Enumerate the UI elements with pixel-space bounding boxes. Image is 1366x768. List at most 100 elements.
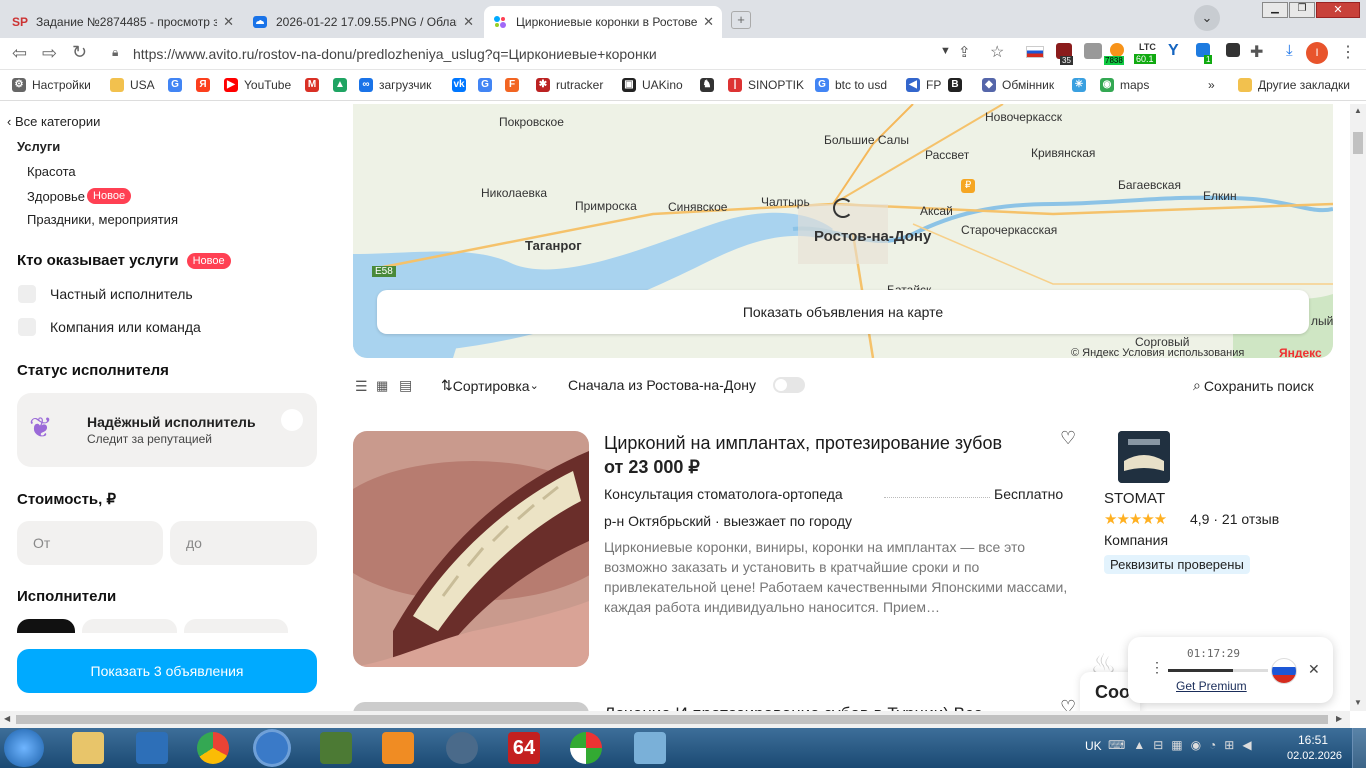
language-indicator[interactable]: UK [1085, 739, 1102, 753]
profile-avatar[interactable]: I [1306, 42, 1328, 64]
category-title[interactable]: Услуги [17, 139, 60, 154]
checkbox[interactable] [18, 285, 36, 303]
scroll-down-arrow-icon[interactable]: ▼ [1354, 698, 1362, 707]
explorer-icon[interactable] [72, 732, 104, 764]
get-premium-link[interactable]: Get Premium [1176, 679, 1247, 693]
sort-dropdown[interactable]: ⇅ Сортировка ⌄ [441, 377, 539, 394]
new-tab-button[interactable]: + [731, 11, 751, 29]
bitcoin-icon[interactable] [1110, 43, 1124, 57]
bookmark-item[interactable]: ◀ FP [906, 78, 941, 92]
calculator-icon[interactable] [320, 732, 352, 764]
tab-cloud[interactable]: 2026-01-22 17.09.55.PNG / Облак ✕ [244, 6, 482, 38]
bookmark-item[interactable]: vk [452, 78, 472, 92]
umbrella-icon[interactable] [570, 732, 602, 764]
y-extension-icon[interactable]: Y [1168, 42, 1179, 60]
app-64-icon[interactable]: 64 [508, 732, 540, 764]
url-text[interactable]: https://www.avito.ru/rostov-na-donu/pred… [133, 46, 657, 62]
tray-icons[interactable]: ⌨▲⊟▦◉◔⊞◀ [1108, 738, 1260, 752]
bookmark-item[interactable]: ▶ YouTube [224, 78, 291, 92]
globe-icon[interactable] [256, 732, 288, 764]
bookmark-item[interactable]: ⚙ Настройки [12, 78, 91, 92]
rostov-first-toggle[interactable] [773, 377, 805, 393]
seller-name[interactable]: STOMAT [1104, 490, 1165, 507]
terminal-icon[interactable] [1226, 43, 1240, 57]
forward-arrow-icon[interactable]: ⇨ [42, 43, 57, 64]
briefcase-icon[interactable] [1084, 43, 1102, 59]
bookmark-item[interactable]: ✱ rutracker [536, 78, 603, 92]
maximize-button[interactable]: ❐ [1289, 2, 1315, 18]
back-arrow-icon[interactable]: ⇦ [12, 43, 27, 64]
bookmark-item[interactable]: Gbtc to usd [815, 78, 887, 92]
reliable-performer-card[interactable]: ❦ Надёжный исполнитель Следит за репутац… [17, 393, 317, 467]
price-from-input[interactable]: От [17, 521, 163, 565]
bookmark-item[interactable]: G [478, 78, 498, 92]
bookmark-item[interactable]: ◉ maps [1100, 78, 1149, 92]
ruble-marker-icon[interactable]: ₽ [961, 179, 975, 193]
chevron-down-icon[interactable]: ⌄ [1194, 5, 1220, 31]
clock-icon[interactable] [446, 732, 478, 764]
bookmark-item[interactable]: ✳ [1072, 78, 1092, 92]
scrollbar-thumb[interactable] [1353, 132, 1363, 154]
tab-avito[interactable]: Циркониевые коронки в Ростове ✕ [484, 6, 722, 38]
checkbox[interactable] [18, 318, 36, 336]
bookmark-star-icon[interactable]: ☆ [990, 42, 1004, 62]
scrollbar-thumb[interactable] [16, 715, 1328, 724]
listing-title-link[interactable]: Цирконий на имплантах, протезирование зу… [604, 433, 1002, 454]
private-provider-option[interactable]: Частный исполнитель [18, 285, 193, 303]
bookmark-item[interactable]: ∞ загрузчик [359, 78, 431, 92]
close-window-button[interactable]: ✕ [1316, 2, 1360, 18]
listing-photo[interactable] [353, 431, 589, 667]
tab-task[interactable]: SP Задание №2874485 - просмотр з ✕ [4, 6, 242, 38]
menu-dots-icon[interactable]: ⋮ [1340, 42, 1356, 62]
show-desktop-button[interactable] [1352, 728, 1366, 768]
address-bar[interactable]: https://www.avito.ru/rostov-na-donu/pred… [104, 42, 1016, 66]
bookmark-item[interactable]: B [948, 78, 968, 92]
share-icon[interactable]: ⇪ [958, 43, 971, 61]
scroll-right-arrow-icon[interactable]: ▶ [1336, 714, 1342, 723]
subcategory-holidays[interactable]: Праздники, мероприятия [27, 212, 178, 227]
grid-view-icon[interactable]: ▦ [376, 378, 388, 394]
shield-icon[interactable] [136, 732, 168, 764]
rostov-first-label[interactable]: Сначала из Ростова-на-Дону [568, 377, 756, 393]
toggle-switch[interactable] [281, 409, 303, 431]
scroll-up-arrow-icon[interactable]: ▲ [1354, 106, 1362, 115]
checkbox-label[interactable]: Компания или команда [50, 319, 201, 335]
russia-flag-icon[interactable] [1271, 658, 1297, 684]
scroll-left-arrow-icon[interactable]: ◀ [4, 714, 10, 723]
start-button[interactable] [4, 729, 44, 767]
vertical-scrollbar[interactable]: ▲ ▼ [1350, 104, 1366, 711]
all-categories-link[interactable]: ‹ Все категории [7, 114, 100, 129]
download-icon[interactable]: ⤓ [1286, 42, 1293, 59]
bookmark-item[interactable]: G [168, 78, 188, 92]
bookmark-item[interactable]: Я [196, 78, 216, 92]
bookmark-item[interactable]: USA [110, 78, 155, 92]
map-view-icon[interactable]: ▤ [399, 377, 412, 394]
reload-icon[interactable]: ↻ [72, 42, 87, 63]
show-on-map-button[interactable]: Показать объявления на карте [377, 290, 1309, 334]
minimize-button[interactable]: ▁ [1262, 2, 1288, 18]
bookmark-item[interactable]: ♞ [700, 78, 720, 92]
other-bookmarks-folder[interactable]: Другие закладки [1238, 78, 1350, 92]
bookmarks-overflow-button[interactable]: » [1208, 78, 1215, 92]
subcategory-label[interactable]: Здоровье [27, 189, 85, 204]
clock-time[interactable]: 16:51 [1298, 733, 1328, 747]
russia-flag-icon[interactable] [1026, 46, 1044, 58]
subcategory-health[interactable]: Здоровье Новое [27, 188, 132, 204]
chrome-icon[interactable] [197, 732, 229, 764]
subcategory-beauty[interactable]: Красота [27, 164, 76, 179]
favorite-heart-icon[interactable]: ♡ [1060, 428, 1076, 449]
price-to-input[interactable]: до [170, 521, 317, 565]
save-search-button[interactable]: ⌕ Сохранить поиск [1193, 377, 1314, 394]
widget-menu-icon[interactable]: ⋮ [1150, 659, 1164, 676]
close-icon[interactable]: ✕ [1308, 661, 1320, 678]
performer-chip[interactable] [17, 619, 75, 633]
media-player-icon[interactable] [382, 732, 414, 764]
close-tab-icon[interactable]: ✕ [463, 14, 474, 30]
notepad-icon[interactable] [634, 732, 666, 764]
bookmark-item[interactable]: ▲ [333, 78, 353, 92]
clock-date[interactable]: 02.02.2026 [1287, 750, 1342, 762]
checkbox-label[interactable]: Частный исполнитель [50, 286, 193, 302]
close-tab-icon[interactable]: ✕ [223, 14, 234, 30]
list-view-icon[interactable]: ☰ [355, 378, 368, 395]
performer-chip[interactable] [184, 619, 288, 633]
